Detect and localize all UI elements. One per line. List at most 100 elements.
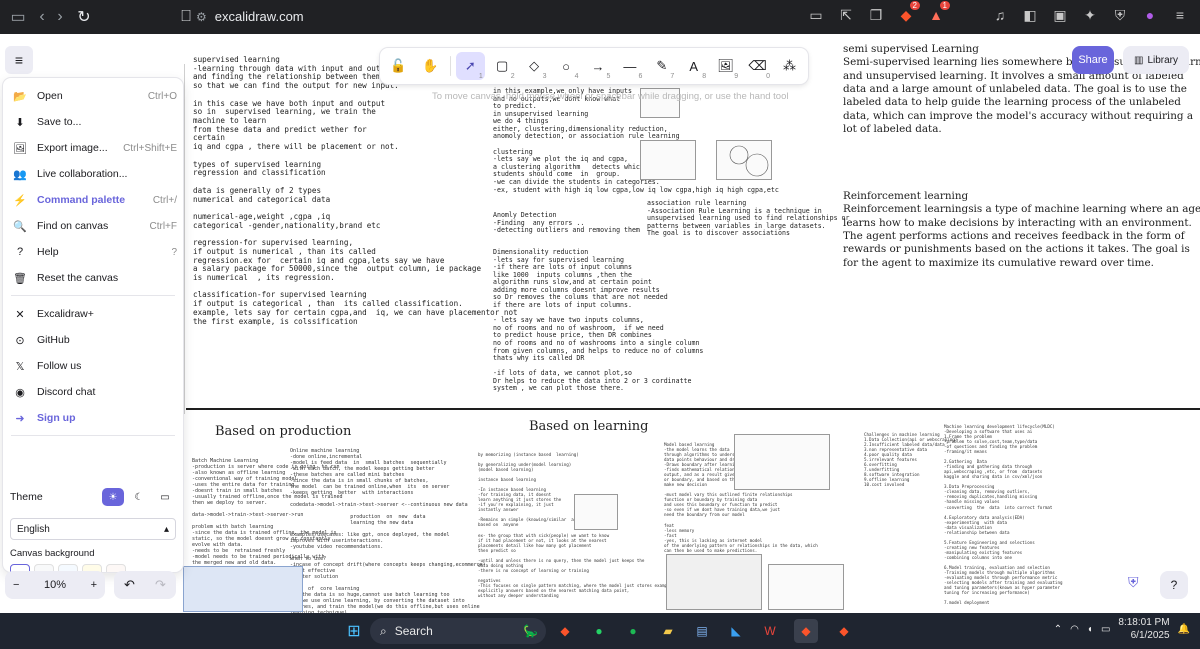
menu-item-label: Save to... <box>37 116 82 128</box>
wallet-icon[interactable]: ▣ <box>1050 5 1070 25</box>
menu-item-help[interactable]: ? Help? <box>9 241 177 263</box>
zoom-out-button[interactable]: − <box>13 579 19 591</box>
redo-icon[interactable]: ↷ <box>155 577 166 593</box>
menu-item-command-palette[interactable]: ⚡ Command palette Ctrl+/ <box>9 189 177 211</box>
forward-icon[interactable]: › <box>48 5 72 29</box>
brave-rewards-icon[interactable]: ▲ 1 <box>926 1 950 25</box>
share-page-icon[interactable]: ⇱ <box>836 5 856 25</box>
brave-beta-icon[interactable]: ◆ <box>832 619 856 643</box>
taskbar-search[interactable]: ⌕ Search 🦕 <box>370 618 546 644</box>
sidebar-toggle-icon[interactable]: ▭ <box>6 5 30 29</box>
brave-taskbar-icon[interactable]: ◆ <box>553 619 577 643</box>
association-rule-notes[interactable]: association rule learning -Association R… <box>647 199 849 238</box>
rectangle-icon: ▢ <box>496 58 509 73</box>
help-button[interactable]: ? <box>1160 571 1188 599</box>
wifi-icon[interactable]: ◠ <box>1070 624 1079 635</box>
menu-link-excalidraw[interactable]: ✕ Excalidraw+ <box>9 303 177 325</box>
tool-eraser[interactable]: ⌫ 0 <box>743 52 772 80</box>
address-bar[interactable]: ⚙ excalidraw.com <box>196 4 836 29</box>
menu-item-open[interactable]: 📂 Open Ctrl+O <box>9 85 177 107</box>
reload-icon[interactable]: ↻ <box>72 5 96 29</box>
reinforcement-learning-notes[interactable]: Reinforcement learning Reinforcement lea… <box>843 190 1200 270</box>
instance-plot-sketch[interactable] <box>574 494 618 530</box>
undo-icon[interactable]: ↶ <box>124 577 135 593</box>
dimensionality-reduction-notes[interactable]: Dimensionality reduction -lets say for s… <box>493 248 703 393</box>
light-theme-icon[interactable]: ☀ <box>102 488 124 506</box>
menu-separator <box>11 295 175 296</box>
zoom-level[interactable]: 10% <box>44 579 66 591</box>
notepad-icon[interactable]: ▤ <box>690 619 714 643</box>
comparison-table-image[interactable] <box>183 566 303 612</box>
scatter-sketch-2[interactable] <box>640 140 696 180</box>
brave-active-icon[interactable]: ◆ <box>794 619 818 643</box>
media-icon[interactable]: ♫ <box>990 5 1010 25</box>
tool-arrow[interactable]: → 5 <box>584 52 613 81</box>
menu-item-find-on-canvas[interactable]: 🔍 Find on canvas Ctrl+F <box>9 215 177 237</box>
menu-item-live-collaboration[interactable]: 👥 Live collaboration... <box>9 163 177 185</box>
file-explorer-icon[interactable]: ▰ <box>656 619 680 643</box>
volume-icon[interactable]: ◖ <box>1087 624 1093 635</box>
tool-diamond[interactable]: ◇ 3 <box>520 52 549 80</box>
tool-text[interactable]: A8 <box>679 52 708 81</box>
tool-image[interactable]: 🖼 9 <box>711 52 740 80</box>
tool-ellipse[interactable]: ○ 4 <box>552 52 581 81</box>
menu-link-sign-up[interactable]: ➜ Sign up <box>9 407 177 429</box>
menu-item-save-to[interactable]: ⬇ Save to... <box>9 111 177 133</box>
vscode-icon[interactable]: ◣ <box>724 619 748 643</box>
extensions-icon[interactable]: ✦ <box>1080 5 1100 25</box>
bookmark-icon[interactable]: ⎕ <box>174 5 198 29</box>
language-select[interactable]: English ▴ <box>10 518 176 540</box>
site-info-icon[interactable]: ⚙ <box>196 10 207 24</box>
menu-separator <box>11 435 175 436</box>
heading-based-on-production[interactable]: Based on production <box>215 424 351 439</box>
menu-item-export-image[interactable]: 🖼 Export image... Ctrl+Shift+E <box>9 137 177 159</box>
tool-hand[interactable]: ✋ <box>416 52 445 80</box>
heading-based-on-learning[interactable]: Based on learning <box>529 419 649 434</box>
brave-shields-icon[interactable]: ◆ 2 <box>896 1 920 25</box>
battery-icon[interactable]: ▭ <box>1101 624 1110 635</box>
anomaly-detection-notes[interactable]: Anomly Detection -Finding any errors .. … <box>493 211 640 235</box>
menu-link-discord-chat[interactable]: ◉ Discord chat <box>9 381 177 403</box>
section-divider[interactable] <box>186 408 1200 410</box>
tool-lock[interactable]: 🔓 <box>384 52 413 80</box>
office-icon[interactable]: W <box>758 619 782 643</box>
tool-shortcut-key: 0 <box>766 73 771 80</box>
graph-sketch[interactable] <box>768 564 844 610</box>
cast-icon[interactable]: ▭ <box>806 5 826 25</box>
online-learning-notes[interactable]: Online machine learning -done online,inc… <box>290 448 486 613</box>
menu-link-follow-us[interactable]: 𝕏 Follow us <box>9 355 177 377</box>
spotify-icon[interactable]: ● <box>621 619 645 643</box>
notification-bell-icon[interactable]: 🔔 <box>1178 624 1190 635</box>
tool-rectangle[interactable]: ▢ 2 <box>488 52 517 80</box>
mldc-notes[interactable]: Machine learning development lifecycle(M… <box>944 424 1063 605</box>
excalidraw-canvas[interactable]: supervised learning -learning through da… <box>0 34 1200 613</box>
model-boundary-sketch[interactable] <box>734 434 830 490</box>
whatsapp-icon[interactable]: ● <box>587 619 611 643</box>
main-menu-button[interactable]: ≡ <box>5 46 33 74</box>
tool-draw[interactable]: ✎ 7 <box>647 52 676 80</box>
tool-selection[interactable]: ➚ 1 <box>455 52 485 80</box>
table-screenshot-image[interactable] <box>666 554 762 610</box>
system-theme-icon[interactable]: ▭ <box>154 488 176 506</box>
cluster-sketch[interactable] <box>716 140 772 180</box>
share-button[interactable]: Share <box>1072 46 1114 74</box>
copy-icon[interactable]: ❐ <box>866 5 886 25</box>
library-label: Library <box>1147 54 1179 66</box>
profile-avatar-icon[interactable]: ● <box>1140 5 1160 25</box>
tool-line[interactable]: —6 <box>615 52 644 81</box>
encryption-shield-icon[interactable]: ⛨ <box>1128 574 1146 592</box>
toolbar-separator <box>449 56 451 76</box>
library-button[interactable]: ▥ Library <box>1123 46 1189 74</box>
sidebar-panel-icon[interactable]: ◧ <box>1020 5 1040 25</box>
windows-start-icon[interactable]: ⊞ <box>342 619 366 643</box>
tool-more[interactable]: ⁂ <box>775 52 804 80</box>
zoom-in-button[interactable]: + <box>91 579 97 591</box>
dark-theme-icon[interactable]: ☾ <box>128 488 150 506</box>
menu-item-icon: 👥 <box>13 168 27 181</box>
vpn-icon[interactable]: ⛨ <box>1110 5 1130 25</box>
clock[interactable]: 8:18:01 PM 6/1/2025 <box>1118 617 1169 642</box>
menu-item-reset-the-canvas[interactable]: 🗑 Reset the canvas <box>9 267 177 289</box>
menu-link-github[interactable]: ⊙ GitHub <box>9 329 177 351</box>
chevron-up-icon[interactable]: ⌃ <box>1054 624 1062 635</box>
browser-menu-icon[interactable]: ≡ <box>1170 5 1190 25</box>
